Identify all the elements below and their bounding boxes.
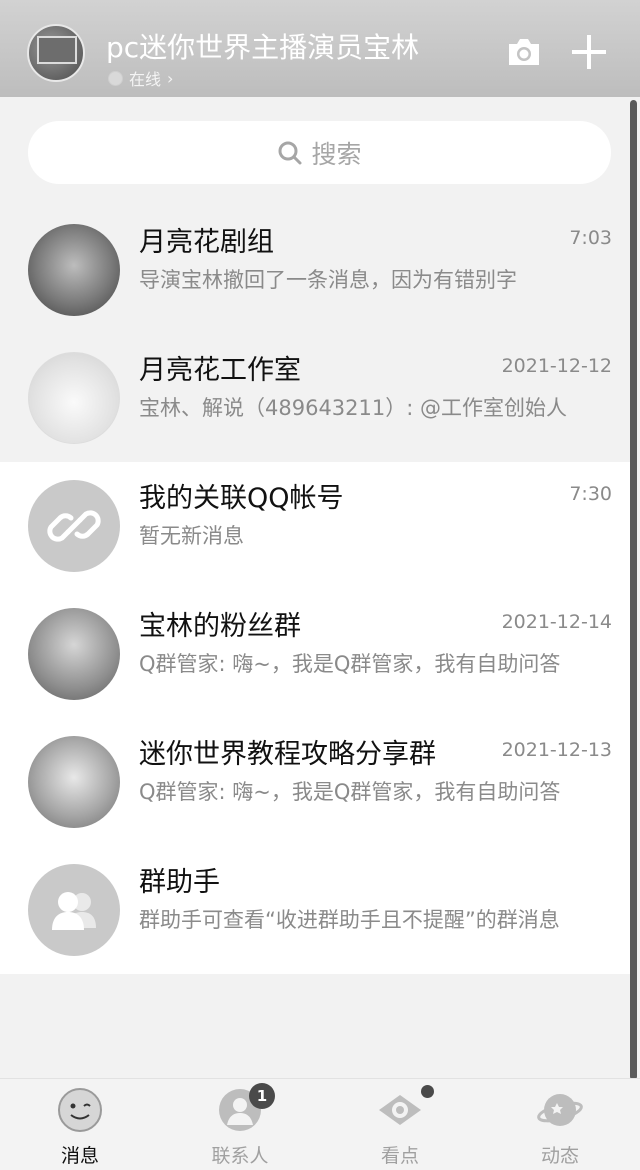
notification-dot [421,1085,434,1098]
chevron-right-icon: › [167,68,174,88]
group-avatar [28,352,120,444]
search-bar[interactable]: 搜索 [28,121,611,184]
conversation-name: 迷你世界教程攻略分享群 [139,739,436,770]
conversation-name: 宝林的粉丝群 [139,611,301,642]
conversation-time: 2021-12-13 [501,739,612,761]
camera-icon[interactable] [506,36,542,68]
conversation-item[interactable]: 月亮花工作室 2021-12-12 宝林、解说（489643211）: @工作室… [0,334,630,462]
tab-label: 联系人 [211,1145,269,1167]
scrollbar[interactable] [630,100,637,1080]
tab-label: 消息 [60,1145,99,1167]
conversation-preview: 暂无新消息 [139,524,244,548]
tab-contacts[interactable]: 1 联系人 [180,1083,300,1167]
conversation-preview: Q群管家: 嗨~，我是Q群管家，我有自助问答 [139,780,561,804]
link-avatar [28,480,120,572]
tab-label: 看点 [380,1145,419,1167]
eye-icon [379,1095,421,1125]
message-face-icon [58,1088,102,1132]
conversation-time: 7:30 [569,483,612,505]
conversation-name: 群助手 [139,867,220,898]
conversation-name: 月亮花工作室 [139,355,301,386]
conversation-preview: Q群管家: 嗨~，我是Q群管家，我有自助问答 [139,652,561,676]
status-label: 在线 [129,70,162,89]
planet-icon [537,1094,583,1126]
conversation-name: 我的关联QQ帐号 [139,483,344,514]
conversation-time: 2021-12-14 [501,611,612,633]
group-avatar [28,736,120,828]
online-status[interactable]: 在线 › [108,66,173,90]
tab-messages[interactable]: 消息 [20,1087,140,1167]
conversation-item[interactable]: 群助手 群助手可查看“收进群助手且不提醒”的群消息 [0,846,630,974]
group-avatar [28,224,120,316]
search-icon [278,141,302,164]
tab-label: 动态 [540,1145,579,1167]
account-title[interactable]: pc迷你世界主播演员宝林 [106,26,419,66]
conversation-time: 2021-12-12 [501,355,612,377]
status-dot-icon [108,70,123,86]
conversation-preview: 宝林、解说（489643211）: @工作室创始人 [139,396,567,420]
conversation-preview: 导演宝林撤回了一条消息，因为有错别字 [139,268,517,292]
top-header: pc迷你世界主播演员宝林 在线 › [0,0,640,97]
conversation-item[interactable]: 宝林的粉丝群 2021-12-14 Q群管家: 嗨~，我是Q群管家，我有自助问答 [0,590,630,718]
search-placeholder: 搜索 [311,139,362,169]
conversation-time: 7:03 [569,227,612,249]
conversation-name: 月亮花剧组 [139,227,274,258]
unread-badge: 1 [249,1083,275,1109]
link-icon [47,510,101,542]
bottom-tab-bar: 消息 1 联系人 看点 动态 [0,1078,640,1170]
group-avatar [28,608,120,700]
tab-feed[interactable]: 动态 [500,1087,620,1167]
conversation-item[interactable]: 迷你世界教程攻略分享群 2021-12-13 Q群管家: 嗨~，我是Q群管家，我… [0,718,630,846]
conversation-item[interactable]: 我的关联QQ帐号 7:30 暂无新消息 [0,462,630,590]
user-avatar[interactable] [27,24,85,82]
tab-discover[interactable]: 看点 [340,1085,460,1167]
group-helper-avatar [28,864,120,956]
conversation-preview: 群助手可查看“收进群助手且不提醒”的群消息 [139,908,560,932]
conversation-item[interactable]: 月亮花剧组 7:03 导演宝林撤回了一条消息，因为有错别字 [0,206,630,334]
add-plus-icon[interactable] [570,33,608,71]
group-users-icon [52,892,96,930]
